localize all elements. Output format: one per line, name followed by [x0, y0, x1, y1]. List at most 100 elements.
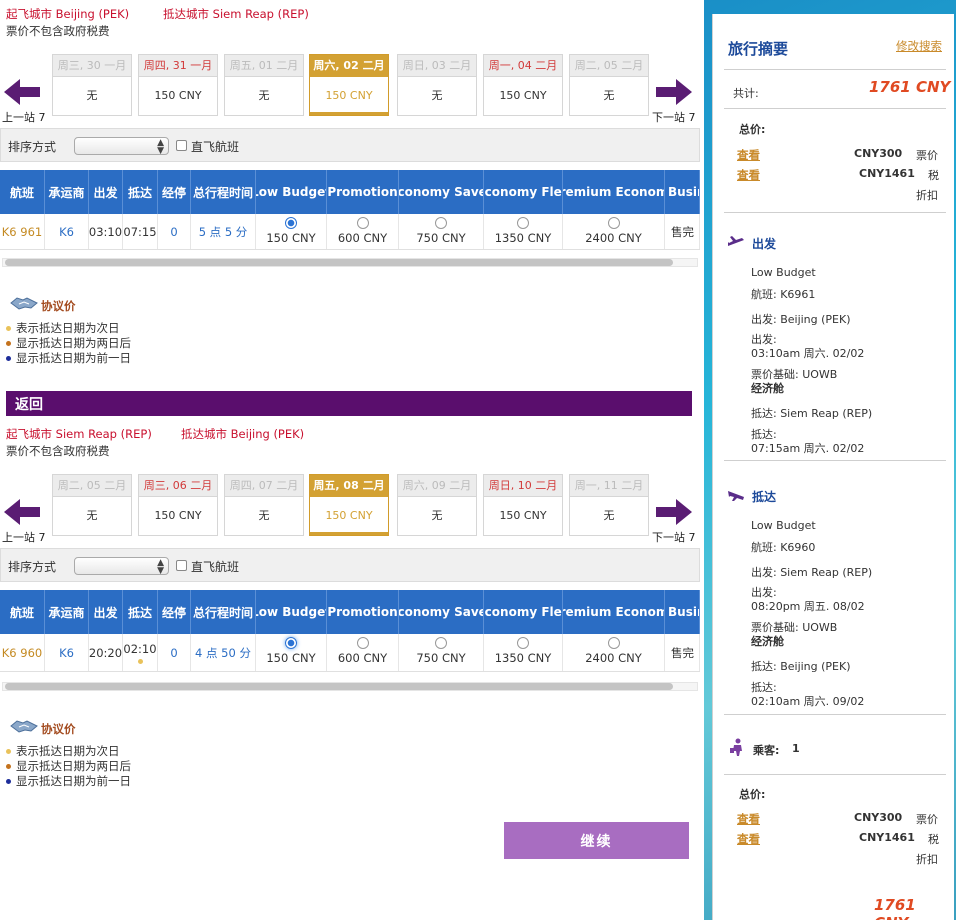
next-arrow-icon[interactable] [656, 77, 692, 107]
arrival-plane-icon [728, 491, 744, 501]
duration: 5 点 5 分 [191, 214, 256, 249]
fare-radio[interactable] [285, 217, 297, 229]
legend: 表示抵达日期为次日 显示抵达日期为两日后 显示抵达日期为前一日 [6, 321, 131, 366]
return-bar: 返回 [6, 391, 692, 416]
sort-select[interactable]: ▲ ▼ [74, 137, 169, 156]
dot-icon [6, 341, 11, 346]
fare-radio[interactable] [435, 217, 447, 229]
prev-label[interactable]: 上一站 7 [2, 529, 46, 545]
in-arr-time: 02:10am 周六. 09/02 [751, 695, 865, 708]
departure-plane-icon [728, 236, 744, 246]
modify-search-link[interactable]: 修改搜索 [896, 38, 942, 54]
fare-radio[interactable] [356, 217, 369, 229]
date-card[interactable]: 周三, 06 二月 150 CNY [138, 474, 218, 536]
dot-icon [6, 749, 11, 754]
date-card[interactable]: 周四, 31 一月 150 CNY [138, 54, 218, 116]
col-header: Premium Economy [563, 170, 665, 214]
in-to: 抵达: Beijing (PEK) [751, 660, 851, 673]
continue-button[interactable]: 继续 [504, 822, 689, 859]
fare-promotion[interactable]: 600 CNY [327, 214, 399, 249]
col-header: 承运商 [45, 170, 89, 214]
next-label[interactable]: 下一站 7 [652, 529, 696, 545]
in-flight: 航班: K6960 [751, 541, 816, 554]
next-label[interactable]: 下一站 7 [652, 109, 696, 125]
fare-radio[interactable] [607, 217, 620, 229]
date-card[interactable]: 周二, 05 二月无 [569, 54, 649, 116]
direct-label: 直飞航班 [191, 560, 240, 574]
return-scrollbar[interactable] [2, 682, 698, 691]
view-tax-link[interactable]: 查看 [737, 831, 760, 847]
date-card[interactable]: 周六, 09 二月无 [397, 474, 477, 536]
outbound-date-strip: 周三, 30 一月无 周四, 31 一月 150 CNY 周五, 01 二月无 周… [52, 54, 652, 118]
price-label: 总价: [739, 123, 766, 136]
date-card-selected[interactable]: 周五, 08 二月 150 CNY [309, 474, 389, 536]
fare-radio[interactable] [607, 637, 620, 649]
next-arrow-icon[interactable] [656, 497, 692, 527]
date-card[interactable]: 周日, 03 二月无 [397, 54, 477, 116]
passengers-value: 1 [792, 742, 800, 755]
flight-number[interactable]: K6 960 [0, 634, 45, 671]
legend: 表示抵达日期为次日 显示抵达日期为两日后 显示抵达日期为前一日 [6, 744, 131, 789]
col-header: 总行程时间 [191, 170, 256, 214]
direct-checkbox[interactable] [176, 560, 187, 571]
fare-radio[interactable] [517, 217, 529, 229]
fare-radio[interactable] [285, 637, 297, 649]
direct-checkbox[interactable] [176, 140, 187, 151]
fare-premium-economy[interactable]: 2400 CNY [563, 634, 665, 671]
out-from: 出发: Beijing (PEK) [751, 313, 851, 326]
col-header: Economy Saver [399, 170, 484, 214]
prev-arrow-icon[interactable] [4, 497, 40, 527]
dot-icon [6, 326, 11, 331]
date-card[interactable]: 周一, 11 二月无 [569, 474, 649, 536]
view-tax-link[interactable]: 查看 [737, 167, 760, 183]
col-header: Busin [665, 590, 700, 634]
fare-premium-economy[interactable]: 2400 CNY [563, 214, 665, 249]
summary-panel: 旅行摘要 修改搜索 共计: 1761 CNY 总价: 查看 CNY300 票价 … [712, 14, 954, 920]
sort-label: 排序方式 [8, 560, 57, 574]
fare-promotion[interactable]: 600 CNY [327, 634, 399, 671]
outbound-scrollbar[interactable] [2, 258, 698, 267]
agreement-label: 协议价 [41, 722, 76, 736]
date-card[interactable]: 周一, 04 二月 150 CNY [483, 54, 563, 116]
col-header: Busin [665, 170, 700, 214]
price-label-bottom: 总价: [739, 788, 766, 801]
date-card[interactable]: 周二, 05 二月无 [52, 474, 132, 536]
date-card[interactable]: 周四, 07 二月无 [224, 474, 304, 536]
fare-economy-saver[interactable]: 750 CNY [399, 634, 484, 671]
date-card[interactable]: 周三, 30 一月无 [52, 54, 132, 116]
table-row: K6 961 K6 03:10 07:15 0 5 点 5 分 150 CNY … [0, 214, 700, 250]
out-arr-time: 07:15am 周六. 02/02 [751, 442, 865, 455]
col-header: 总行程时间 [191, 590, 256, 634]
stops: 0 [158, 634, 191, 671]
out-flight: 航班: K6961 [751, 288, 816, 301]
fare-low-budget[interactable]: 150 CNY [256, 214, 327, 249]
outbound-destination: 抵达城市 Siem Reap (REP) [163, 7, 309, 21]
col-header: 经停 [158, 590, 191, 634]
flight-number[interactable]: K6 961 [0, 214, 45, 249]
date-card[interactable]: 周五, 01 二月无 [224, 54, 304, 116]
prev-arrow-icon[interactable] [4, 77, 40, 107]
agreement-label: 协议价 [41, 299, 76, 313]
total-value: 1761 CNY [869, 78, 951, 96]
fare-low-budget[interactable]: 150 CNY [256, 634, 327, 671]
passengers-label: 乘客: [753, 744, 780, 757]
carrier: K6 [45, 634, 89, 671]
sort-select[interactable]: ▲ ▼ [74, 557, 169, 576]
return-origin: 起飞城市 Siem Reap (REP) [6, 427, 152, 441]
col-header: 出发 [89, 170, 123, 214]
date-card[interactable]: 周日, 10 二月 150 CNY [483, 474, 563, 536]
view-fare-link[interactable]: 查看 [737, 147, 760, 163]
fare-economy-flex[interactable]: 1350 CNY [484, 214, 563, 249]
col-header: Economy Flex [484, 590, 563, 634]
fare-radio[interactable] [435, 637, 447, 649]
fare-economy-flex[interactable]: 1350 CNY [484, 634, 563, 671]
date-card-selected[interactable]: 周六, 02 二月 150 CNY [309, 54, 389, 116]
view-fare-link[interactable]: 查看 [737, 811, 760, 827]
in-fare-type: Low Budget [751, 519, 816, 532]
fare-label: 票价 [916, 149, 938, 162]
fare-radio[interactable] [517, 637, 529, 649]
fare-economy-saver[interactable]: 750 CNY [399, 214, 484, 249]
fare-radio[interactable] [356, 637, 369, 649]
prev-label[interactable]: 上一站 7 [2, 109, 46, 125]
col-header: 抵达 [123, 590, 158, 634]
